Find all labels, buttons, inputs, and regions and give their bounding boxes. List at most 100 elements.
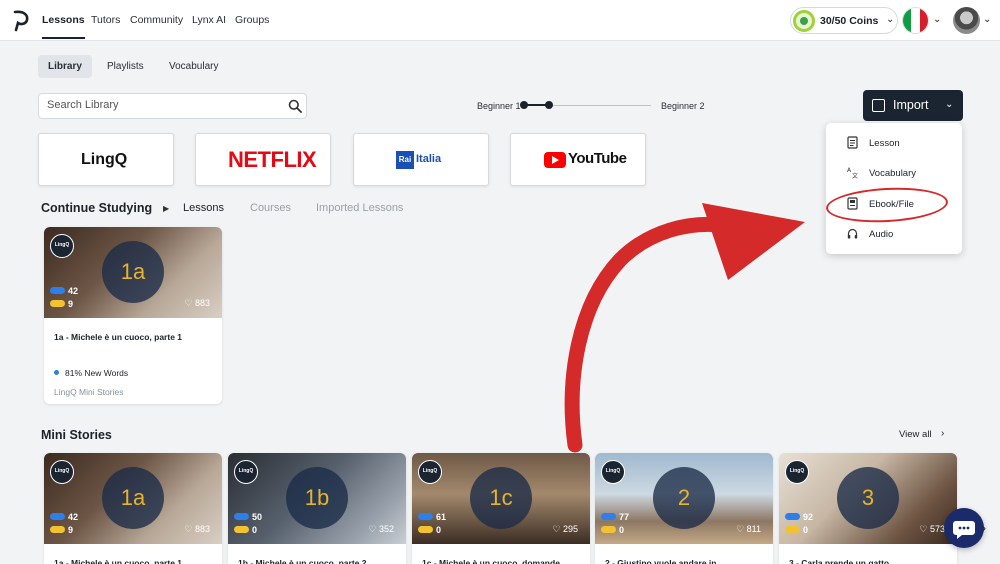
unknown-words-value: 61 — [436, 512, 447, 522]
youtube-play-icon — [544, 152, 566, 168]
likes-count: ♡ 883 — [184, 524, 210, 534]
import-button[interactable]: Import ⌄ — [863, 90, 963, 121]
continue-lesson-card[interactable]: LingQ 1a 42 9 ♡ 883 1a - Michele è un cu… — [44, 227, 222, 404]
continue-studying-title: Continue Studying — [41, 201, 153, 215]
new-words-percent: 81% New Words — [54, 368, 128, 378]
source-lingq[interactable]: LingQ — [38, 133, 174, 186]
unknown-words-count: 42 — [50, 512, 78, 522]
lesson-title: 2 - Giustino vuole andare in — [605, 558, 717, 564]
tab-vocabulary[interactable]: Vocabulary — [159, 55, 228, 78]
search-input[interactable] — [47, 99, 277, 111]
lingq-wordmark: LingQ — [81, 151, 128, 168]
search-icon[interactable] — [288, 99, 302, 113]
import-menu-audio[interactable]: Audio — [826, 221, 962, 247]
source-youtube[interactable]: YouTube — [510, 133, 646, 186]
coin-progress-icon — [793, 10, 815, 32]
nav-tutors[interactable]: Tutors — [91, 14, 120, 26]
carousel-next-icon[interactable]: › — [982, 521, 986, 535]
continue-tab-imported-lessons[interactable]: Imported Lessons — [316, 202, 403, 214]
search-box — [38, 93, 307, 119]
yellow-pill-icon — [50, 526, 65, 533]
likes-value: 295 — [562, 524, 578, 534]
lingqs-value: 0 — [436, 525, 442, 535]
lingq-logo-icon: LingQ — [418, 460, 442, 484]
lingqs-count: 0 — [234, 525, 257, 535]
mini-story-card[interactable]: LingQ 1b 50 0 ♡ 352 1b - Michele è un cuoco, … — [228, 453, 406, 564]
level-min-label: Beginner 1 — [477, 101, 521, 111]
chevron-down-icon: ⌄ — [945, 99, 954, 110]
import-label: Import — [893, 98, 929, 112]
unknown-words-count: 50 — [234, 512, 262, 522]
mini-story-card[interactable]: LingQ 2 77 0 ♡ 811 2 - Giustino vuole andare … — [595, 453, 773, 564]
youtube-wordmark: YouTube — [568, 150, 627, 167]
source-rai-italia[interactable]: Rai Italia — [353, 133, 489, 186]
lesson-number-badge: 2 — [653, 467, 715, 529]
import-menu-vocabulary[interactable]: A文 Vocabulary — [826, 160, 962, 186]
tab-playlists[interactable]: Playlists — [97, 55, 154, 78]
likes-value: 883 — [194, 298, 210, 308]
continue-tab-courses[interactable]: Courses — [250, 202, 291, 214]
lesson-title: 1a - Michele è un cuoco, parte 1 — [54, 558, 183, 564]
likes-value: 573 — [929, 524, 945, 534]
lesson-title: 3 - Carla prende un gatto — [789, 558, 890, 564]
likes-count: ♡ 352 — [368, 524, 394, 534]
flag-stripe-red — [919, 8, 928, 33]
headphones-icon — [847, 228, 858, 239]
likes-count: ♡ 811 — [736, 524, 761, 534]
import-icon — [872, 99, 885, 112]
chat-support-button[interactable] — [944, 508, 984, 548]
import-menu-vocabulary-label: Vocabulary — [869, 168, 917, 179]
lingq-logo-icon[interactable] — [12, 10, 30, 32]
lingqs-count: 0 — [785, 525, 808, 535]
lingqs-value: 0 — [252, 525, 258, 535]
yellow-pill-icon — [50, 300, 65, 307]
lesson-title: 1a - Michele è un cuoco, parte 1 — [54, 332, 183, 342]
continue-tab-lessons[interactable]: Lessons — [183, 202, 224, 214]
chevron-down-icon[interactable]: ⌄ — [983, 14, 991, 25]
tab-library[interactable]: Library — [38, 55, 92, 78]
yellow-pill-icon — [234, 526, 249, 533]
chevron-down-icon[interactable]: ⌄ — [933, 14, 941, 25]
lesson-number-badge: 1b — [286, 467, 348, 529]
source-netflix[interactable]: NETFLIX — [195, 133, 331, 186]
view-all-link[interactable]: View all — [899, 429, 932, 440]
lingq-logo-icon: LingQ — [234, 460, 258, 484]
language-flag-italian[interactable] — [902, 7, 929, 34]
triangle-right-icon: ▶ — [163, 204, 170, 213]
lingq-logo-icon: LingQ — [50, 234, 74, 258]
nav-lynx-ai[interactable]: Lynx AI — [192, 14, 226, 26]
blue-pill-icon — [50, 287, 65, 294]
unknown-words-count: 77 — [601, 512, 629, 522]
flag-stripe-white — [911, 8, 920, 33]
lesson-number-badge: 1a — [102, 241, 164, 303]
nav-groups[interactable]: Groups — [235, 14, 269, 26]
lesson-number-badge: 3 — [837, 467, 899, 529]
blue-pill-icon — [50, 513, 65, 520]
coins-dropdown[interactable]: 30/50 Coins ⌄ — [790, 7, 898, 34]
likes-count: ♡ 295 — [552, 524, 578, 534]
course-name: LingQ Mini Stories — [54, 387, 124, 397]
level-slider-handle-max[interactable] — [545, 101, 553, 109]
rai-italia-wordmark: Italia — [416, 153, 442, 165]
lingq-logo-icon: LingQ — [785, 460, 809, 484]
likes-count: ♡ 883 — [184, 298, 210, 308]
lesson-title: 1c - Michele è un cuoco, domande — [422, 558, 560, 564]
unknown-words-value: 50 — [252, 512, 263, 522]
user-avatar[interactable] — [953, 7, 980, 34]
likes-value: 811 — [746, 524, 761, 534]
mini-story-card[interactable]: LingQ 1c 61 0 ♡ 295 1c - Michele è un cuoco, … — [412, 453, 590, 564]
blue-pill-icon — [234, 513, 249, 520]
rai-logo: Rai — [396, 151, 414, 169]
lingqs-value: 9 — [68, 299, 74, 309]
likes-value: 883 — [194, 524, 210, 534]
lingqs-count: 0 — [601, 525, 624, 535]
mini-story-card[interactable]: LingQ 3 92 0 ♡ 573 3 - Carla prende un gatto — [779, 453, 957, 564]
yellow-pill-icon — [601, 526, 616, 533]
chevron-right-icon[interactable]: › — [941, 428, 944, 439]
nav-lessons[interactable]: Lessons — [42, 14, 85, 39]
lingqs-count: 0 — [418, 525, 441, 535]
nav-community[interactable]: Community — [130, 14, 183, 26]
level-slider-handle-min[interactable] — [520, 101, 528, 109]
mini-story-card[interactable]: LingQ 1a 42 9 ♡ 883 1a - Michele è un cuoco, … — [44, 453, 222, 564]
import-menu-lesson[interactable]: Lesson — [826, 130, 962, 156]
